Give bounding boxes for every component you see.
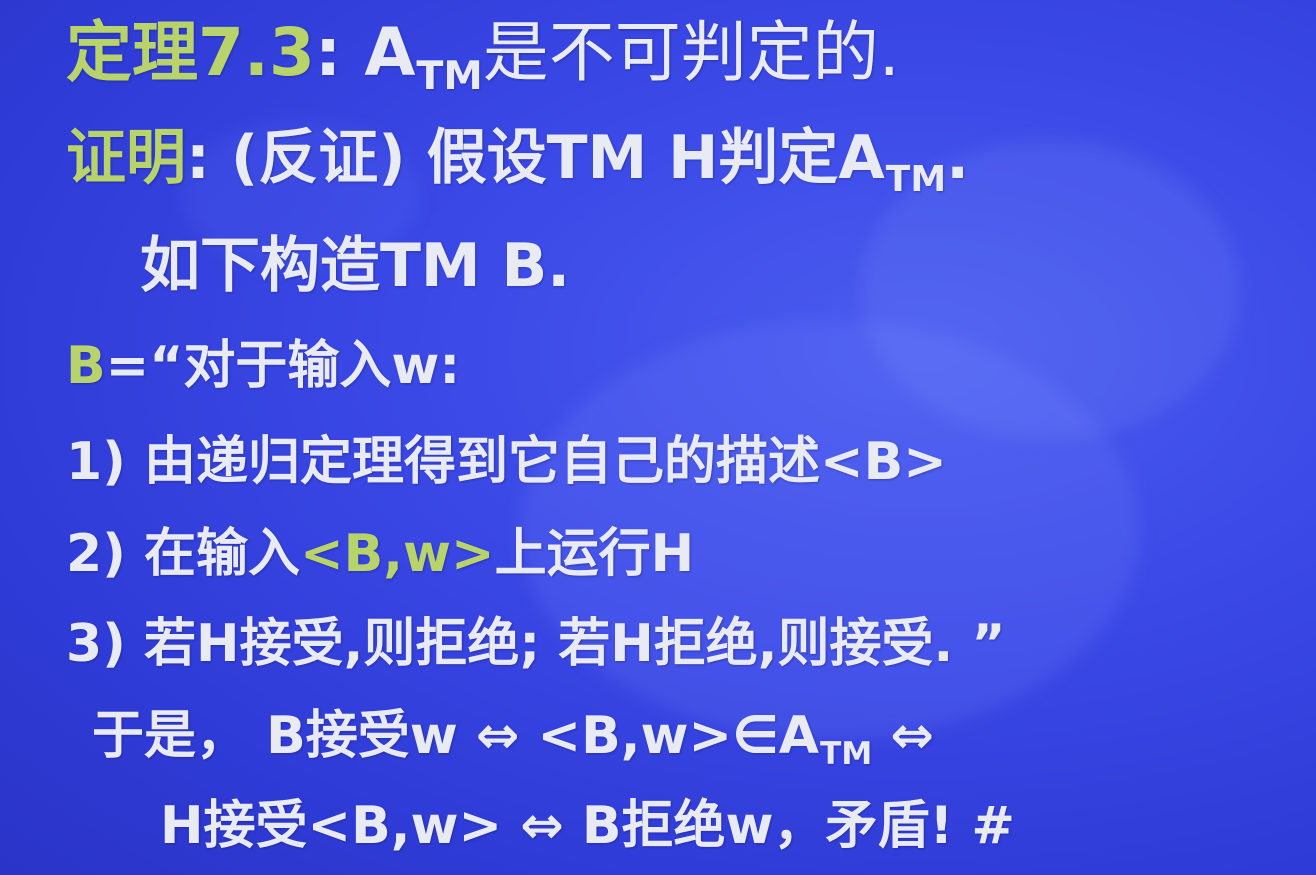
step-number: 2) [66, 524, 126, 584]
proof-subscript: TM [885, 158, 947, 200]
proof-label: 证明 [66, 123, 186, 193]
proof-intro: (反证) 假设TM H判定A [210, 123, 885, 193]
definition-var: B [66, 336, 106, 396]
conclusion-text-end: ⇔ [872, 706, 934, 766]
lecture-slide: 定理7.3: ATM是不可判定的. 证明: (反证) 假设TM H判定ATM. … [0, 0, 1316, 875]
step-highlight: <B,w> [300, 524, 495, 584]
conclusion-line-1: 于是， B接受w ⇔ <B,w>∈ATM ⇔ [92, 710, 934, 770]
proof-colon: : [186, 123, 210, 193]
step-3: 3) 若H接受,则拒绝; 若H拒绝,则接受. ” [66, 618, 1006, 670]
step-1: 1) 由递归定理得到它自己的描述<B> [66, 436, 947, 488]
definition-text: =“对于输入w: [105, 336, 461, 396]
proof-line: 证明: (反证) 假设TM H判定ATM. [66, 128, 969, 197]
step-number: 3) [66, 614, 126, 674]
theorem-label: 定理7.3 [66, 14, 315, 91]
conclusion-subscript: TM [820, 735, 873, 772]
theorem-subscript: TM [416, 52, 483, 99]
proof-intro-end: . [946, 123, 969, 193]
definition-line: B=“对于输入w: [66, 340, 460, 392]
theorem-line: 定理7.3: ATM是不可判定的. [66, 20, 900, 96]
theorem-colon: : [314, 14, 342, 91]
conclusion-text: 于是， B接受w ⇔ <B,w>∈A [92, 706, 819, 766]
step-2: 2) 在输入<B,w>上运行H [66, 528, 694, 580]
step-text: 由递归定理得到它自己的描述<B> [125, 432, 947, 492]
step-text-post: 上运行H [494, 524, 695, 584]
step-text: 若H接受,则拒绝; 若H拒绝,则接受. ” [125, 614, 1006, 674]
theorem-statement: 是不可判定的. [482, 14, 900, 91]
proof-construct-line: 如下构造TM B. [140, 231, 571, 301]
step-text-pre: 在输入 [125, 524, 301, 584]
step-number: 1) [66, 432, 126, 492]
theorem-subject: A [364, 14, 416, 91]
conclusion-line-2: H接受<B,w> ⇔ B拒绝w，矛盾! # [160, 796, 1015, 856]
